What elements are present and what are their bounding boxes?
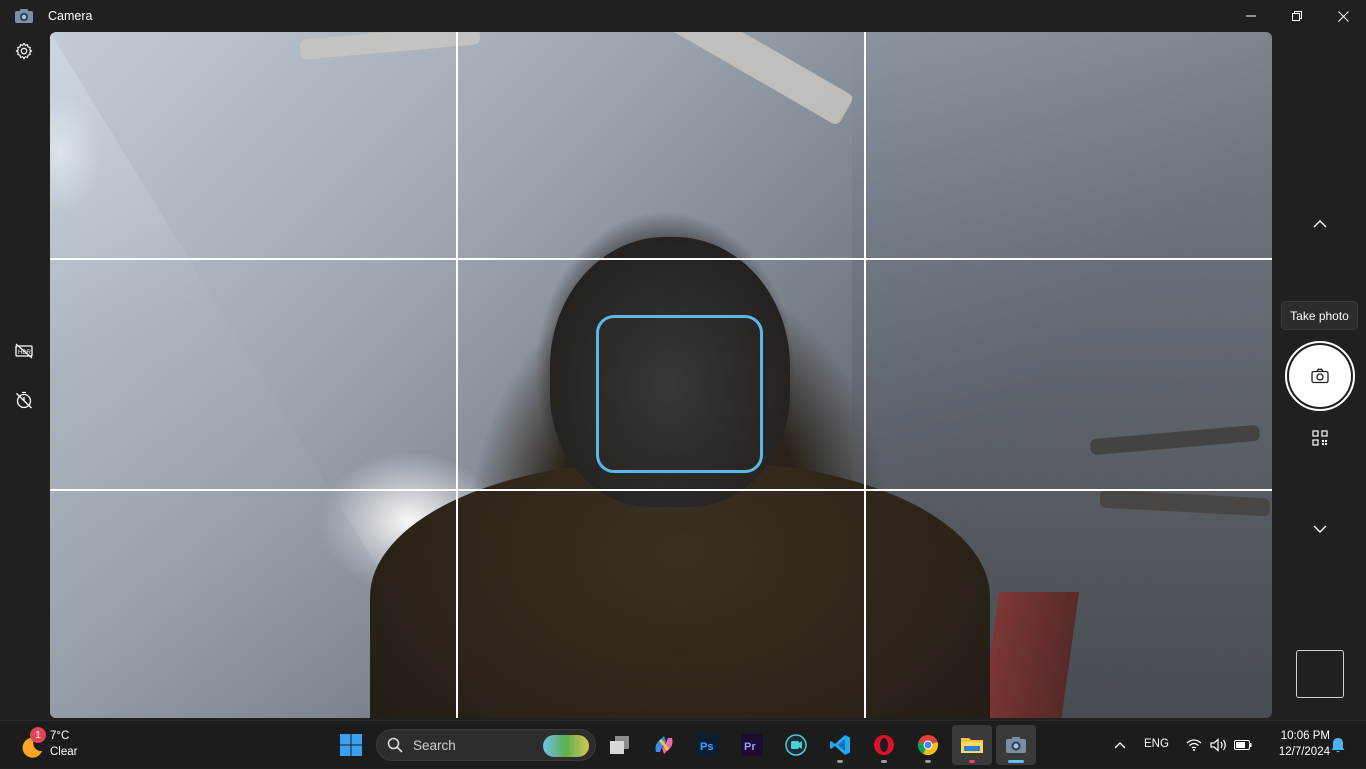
scene-fan-blade xyxy=(655,32,855,127)
chevron-down-icon xyxy=(1313,525,1327,533)
copilot-icon xyxy=(655,736,673,754)
taskbar-app-opera[interactable] xyxy=(864,725,904,765)
left-rail: HDR xyxy=(0,32,48,720)
mode-down-button[interactable] xyxy=(1308,517,1332,541)
search-highlight-icon xyxy=(543,735,589,757)
input-language[interactable]: ENG xyxy=(1144,738,1169,750)
bell-icon xyxy=(1331,738,1345,753)
screen-recorder-icon xyxy=(785,734,807,756)
battery-button[interactable] xyxy=(1232,721,1254,769)
running-indicator xyxy=(969,760,975,763)
minimize-button[interactable] xyxy=(1228,0,1274,32)
camera-viewfinder[interactable] xyxy=(50,32,1272,718)
timer-button[interactable] xyxy=(12,388,36,412)
show-hidden-icons-button[interactable] xyxy=(1108,721,1132,769)
settings-button[interactable] xyxy=(12,39,36,63)
taskbar-app-vscode[interactable] xyxy=(820,725,860,765)
taskbar-app-copilot[interactable] xyxy=(644,725,684,765)
chrome-icon xyxy=(917,735,938,756)
restore-icon xyxy=(1292,11,1302,21)
weather-temperature: 7°C xyxy=(50,730,70,742)
taskbar-search[interactable]: Search xyxy=(376,729,596,761)
mode-up-button[interactable] xyxy=(1308,212,1332,236)
window-title: Camera xyxy=(48,9,93,23)
search-label: Search xyxy=(413,738,456,753)
weather-condition: Clear xyxy=(50,746,78,758)
taskbar-app-file-explorer[interactable] xyxy=(952,725,992,765)
taskbar-app-camera[interactable] xyxy=(996,725,1036,765)
take-photo-button[interactable] xyxy=(1285,341,1355,411)
timer-off-icon xyxy=(16,391,32,409)
svg-text:Pr: Pr xyxy=(744,741,756,753)
grid-line-vertical xyxy=(864,32,866,718)
last-capture-thumbnail[interactable] xyxy=(1296,650,1344,698)
task-view-icon xyxy=(610,736,629,754)
search-icon xyxy=(387,737,403,753)
chevron-up-icon xyxy=(1114,742,1126,749)
title-bar: Camera xyxy=(0,0,1366,32)
camera-app-icon xyxy=(14,8,34,24)
notifications-button[interactable] xyxy=(1328,721,1348,769)
scene-fan-blade xyxy=(299,32,481,60)
minimize-icon xyxy=(1246,15,1256,17)
weather-widget[interactable]: 1 7°C Clear xyxy=(18,727,118,763)
taskbar: 1 7°C Clear Search Ps Pr ENG 10:06 PM 12… xyxy=(0,720,1366,768)
grid-line-vertical xyxy=(456,32,458,718)
wifi-icon xyxy=(1186,739,1202,751)
task-view-button[interactable] xyxy=(600,725,640,765)
chevron-up-icon xyxy=(1313,220,1327,228)
folder-icon xyxy=(961,738,983,753)
active-indicator xyxy=(1008,760,1024,763)
grid-line-horizontal xyxy=(50,489,1272,491)
gear-icon xyxy=(15,42,33,60)
battery-icon xyxy=(1234,740,1252,750)
hdr-off-icon: HDR xyxy=(15,343,33,359)
camera-app-icon xyxy=(1006,737,1026,753)
close-button[interactable] xyxy=(1320,0,1366,32)
taskbar-app-photoshop[interactable]: Ps xyxy=(688,725,728,765)
running-indicator xyxy=(837,760,843,763)
restore-button[interactable] xyxy=(1274,0,1320,32)
start-button[interactable] xyxy=(337,731,365,759)
hdr-button[interactable]: HDR xyxy=(12,339,36,363)
qr-code-icon xyxy=(1312,430,1328,446)
taskbar-app-screen-recorder[interactable] xyxy=(776,725,816,765)
clock-time[interactable]: 10:06 PM xyxy=(1266,730,1330,742)
svg-text:Ps: Ps xyxy=(700,741,713,753)
weather-badge: 1 xyxy=(30,727,46,743)
wifi-button[interactable] xyxy=(1184,721,1204,769)
windows-logo-icon xyxy=(340,734,362,756)
face-detection-box xyxy=(596,315,763,473)
take-photo-tooltip: Take photo xyxy=(1281,301,1358,330)
close-icon xyxy=(1337,10,1349,22)
opera-icon xyxy=(874,735,894,755)
vscode-icon xyxy=(830,735,850,755)
running-indicator xyxy=(925,760,931,763)
running-indicator xyxy=(881,760,887,763)
clock-date[interactable]: 12/7/2024 xyxy=(1266,746,1330,758)
photoshop-icon: Ps xyxy=(697,734,719,756)
volume-icon xyxy=(1210,738,1226,752)
taskbar-app-chrome[interactable] xyxy=(908,725,948,765)
taskbar-app-premiere-pro[interactable]: Pr xyxy=(732,725,772,765)
premiere-pro-icon: Pr xyxy=(741,734,763,756)
camera-icon xyxy=(1311,368,1329,384)
volume-button[interactable] xyxy=(1208,721,1230,769)
qr-code-mode-button[interactable] xyxy=(1308,426,1332,450)
grid-line-horizontal xyxy=(50,258,1272,260)
